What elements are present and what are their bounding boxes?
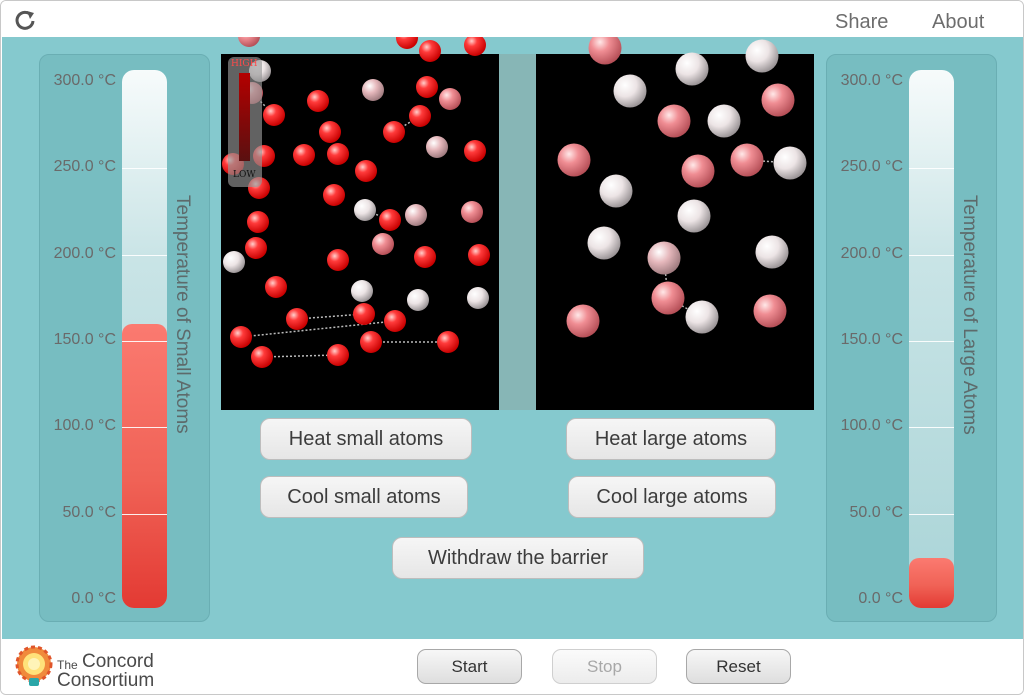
large-atoms-container: [536, 54, 814, 410]
tick-mark: [122, 513, 167, 515]
small-atoms-container: [221, 54, 499, 410]
tick-label: 100.0 °C: [53, 417, 116, 435]
tick-label: 250.0 °C: [53, 158, 116, 176]
heat-gauge: HIGH LOW: [228, 57, 262, 187]
bottom-bar: The Concord Consortium Start Stop Reset: [1, 639, 1023, 694]
tick-label: 250.0 °C: [840, 158, 903, 176]
tick-label: 50.0 °C: [849, 503, 903, 521]
tick-label: 100.0 °C: [840, 417, 903, 435]
tick-label: 50.0 °C: [62, 503, 116, 521]
thermometer-tube: [909, 70, 954, 608]
tick-mark: [909, 168, 954, 170]
reload-icon[interactable]: [14, 9, 36, 31]
tick-label: 200.0 °C: [53, 244, 116, 262]
withdraw-barrier-button[interactable]: Withdraw the barrier: [392, 537, 644, 579]
heat-small-atoms-button[interactable]: Heat small atoms: [260, 418, 472, 460]
tick-label: 300.0 °C: [840, 72, 903, 89]
lightbulb-icon: [15, 645, 53, 686]
gauge-low-label: LOW: [233, 170, 256, 180]
top-bar: Share About: [1, 1, 1023, 37]
small-atom: [238, 37, 260, 47]
tick-label: 150.0 °C: [53, 331, 116, 348]
thermometer-small-atoms: Temperature of Small Atoms 300.0 °C 250.0…: [39, 54, 210, 622]
tick-label: 150.0 °C: [840, 331, 903, 348]
concord-consortium-logo[interactable]: The Concord Consortium: [15, 644, 165, 691]
thermometer-large-atoms: Temperature of Large Atoms 300.0 °C 250.0…: [826, 54, 997, 622]
tick-mark: [122, 341, 167, 342]
logo-consortium: Consortium: [57, 670, 155, 691]
app-frame: Share About Temperature of Small Atoms 3…: [0, 0, 1024, 695]
tick-mark: [909, 427, 954, 429]
tick-mark: [122, 168, 167, 170]
tick-mark: [909, 341, 954, 342]
reset-button[interactable]: Reset: [686, 649, 791, 684]
about-link[interactable]: About: [932, 11, 984, 34]
start-button[interactable]: Start: [417, 649, 522, 684]
tick-mark: [122, 427, 167, 429]
share-link[interactable]: Share: [835, 11, 888, 34]
thermometer-fill: [909, 558, 954, 608]
tick-mark: [909, 513, 954, 515]
stop-button[interactable]: Stop: [552, 649, 657, 684]
cool-large-atoms-button[interactable]: Cool large atoms: [568, 476, 776, 518]
tick-mark: [122, 254, 167, 256]
simulation-stage: Temperature of Small Atoms 300.0 °C 250.0…: [2, 37, 1023, 639]
tick-mark: [909, 254, 954, 256]
tick-label: 300.0 °C: [53, 72, 116, 89]
tick-label: 0.0 °C: [71, 590, 116, 607]
tick-label: 200.0 °C: [840, 244, 903, 262]
thermometer-title: Temperature of Large Atoms: [959, 195, 980, 435]
small-atom: [396, 37, 418, 49]
thermometer-fill: [122, 323, 167, 608]
heat-large-atoms-button[interactable]: Heat large atoms: [566, 418, 776, 460]
tick-label: 0.0 °C: [858, 590, 903, 607]
barrier: [499, 54, 536, 410]
gauge-bar: [239, 73, 250, 161]
thermometer-title: Temperature of Small Atoms: [172, 195, 193, 434]
cool-small-atoms-button[interactable]: Cool small atoms: [260, 476, 468, 518]
thermometer-tube: [122, 70, 167, 608]
gauge-high-label: HIGH: [231, 59, 258, 69]
